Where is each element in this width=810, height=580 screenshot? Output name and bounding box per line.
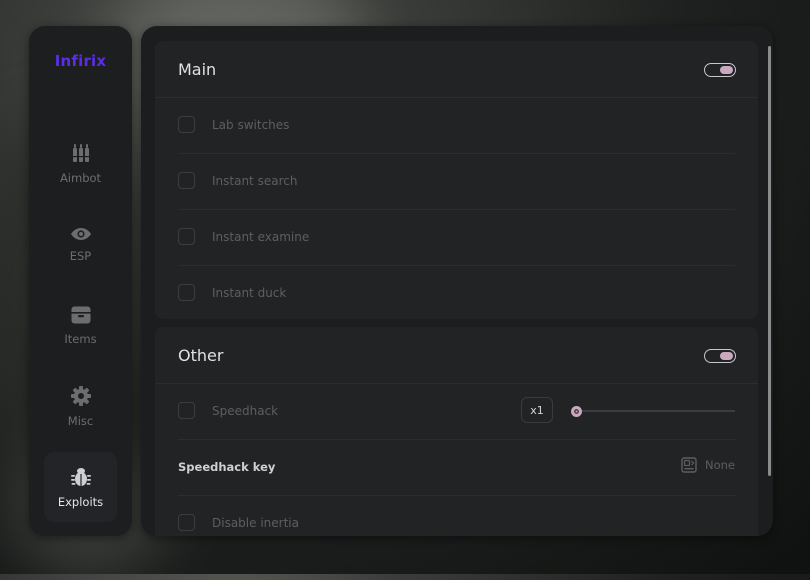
section-other-toggle[interactable] [704,349,736,363]
bullets-icon [72,143,89,162]
instant-search-checkbox[interactable] [178,172,195,189]
bug-icon [70,467,91,486]
gear-icon [70,385,91,406]
speedhack-slider-thumb[interactable] [571,406,582,417]
option-label: Speedhack [212,404,279,418]
section-header: Other [155,327,758,384]
option-row: Speedhack x1 [178,383,735,440]
option-row: Lab switches [178,97,735,154]
section-title: Other [178,346,224,365]
sidebar-item-esp[interactable]: ESP [44,209,117,279]
archive-box-icon [71,306,90,323]
sidebar-item-aimbot[interactable]: Aimbot [44,128,117,198]
sidebar-item-label: Items [64,331,97,346]
lab-switches-checkbox[interactable] [178,116,195,133]
sidebar-item-label: Misc [67,413,94,428]
section-title: Main [178,60,217,79]
option-row: Instant duck [178,265,735,321]
main-panel: Main Lab switches Instant search Instant… [141,26,773,536]
sidebar: Infirix Aimbot ESP Items Misc Exploits [29,26,132,536]
sidebar-item-misc[interactable]: Misc [44,371,117,441]
keyboard-key-icon [681,457,697,473]
sidebar-item-label: ESP [69,248,92,263]
option-row: Disable inertia [178,495,735,536]
speedhack-key-value: None [704,458,735,472]
section-main: Main Lab switches Instant search Instant… [155,41,758,319]
brand-logo: Infirix [54,52,107,70]
section-other: Other Speedhack x1 Speedhack key None Di… [155,327,758,536]
speedhack-slider-track[interactable] [576,410,735,412]
option-label: Instant examine [212,230,310,244]
sidebar-item-exploits[interactable]: Exploits [44,452,117,522]
eye-icon [70,227,91,240]
option-label: Instant search [212,174,298,188]
speedhack-key-label: Speedhack key [178,460,276,474]
section-main-toggle[interactable] [704,63,736,77]
section-header: Main [155,41,758,98]
option-label: Disable inertia [212,516,299,530]
speedhack-key-bind[interactable]: None [681,457,735,473]
toggle-knob [720,352,733,360]
option-row: Instant search [178,153,735,210]
disable-inertia-checkbox[interactable] [178,514,195,531]
speedhack-checkbox[interactable] [178,402,195,419]
instant-examine-checkbox[interactable] [178,228,195,245]
option-row: Instant examine [178,209,735,266]
toggle-knob [720,66,733,74]
sidebar-item-label: Exploits [57,494,104,509]
option-row: Speedhack key None [178,439,735,496]
speedhack-multiplier-value[interactable]: x1 [521,397,553,423]
option-label: Lab switches [212,118,290,132]
instant-duck-checkbox[interactable] [178,284,195,301]
option-label: Instant duck [212,286,287,300]
sidebar-item-items[interactable]: Items [44,290,117,360]
sidebar-item-label: Aimbot [59,170,102,185]
scrollbar[interactable] [768,46,771,476]
